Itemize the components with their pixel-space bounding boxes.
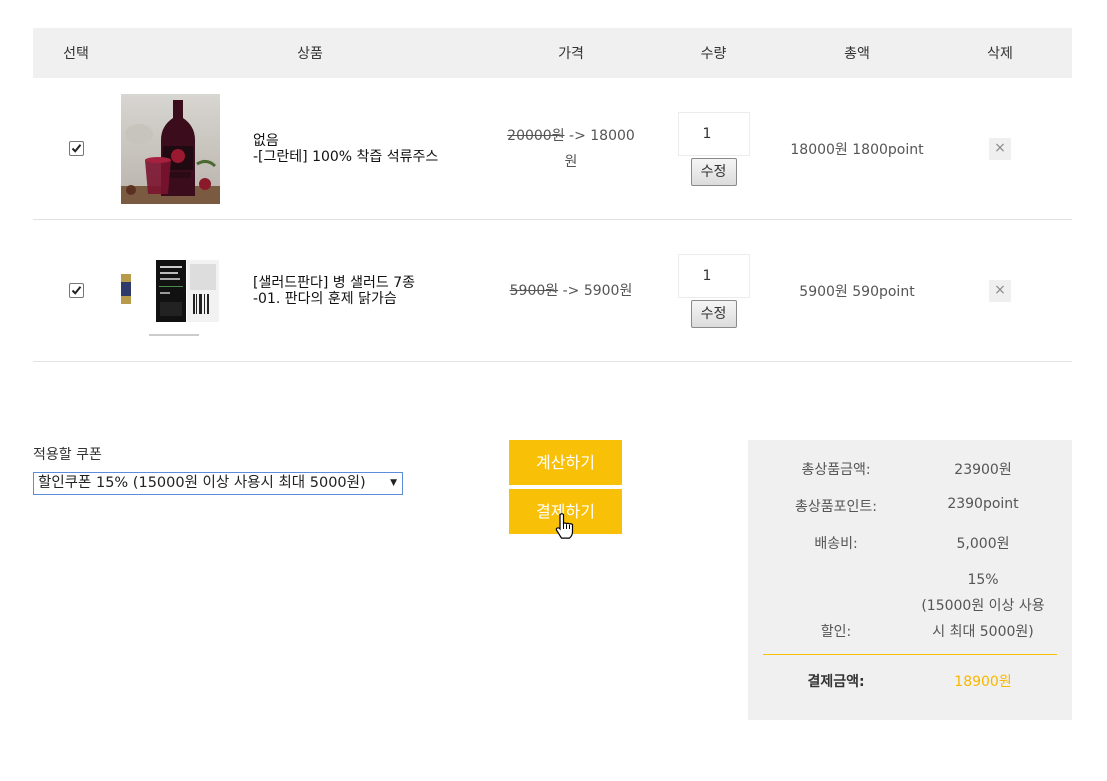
- discount-condition-1: (15000원 이상 사용: [921, 598, 1045, 614]
- item-checkbox[interactable]: [68, 283, 84, 298]
- final-amount-label: 결제금액:: [807, 674, 865, 690]
- order-summary: 총상품금액: 23900원 총상품포인트: 2390point 배송비: 5,0…: [748, 440, 1072, 720]
- header-product: 상품: [119, 28, 501, 78]
- summary-divider: [763, 654, 1057, 655]
- points-value: 2390point: [947, 496, 1019, 512]
- quantity-cell: 1 수정: [641, 78, 786, 220]
- quantity-cell: 1 수정: [641, 219, 786, 362]
- table-row: [샐러드판다] 병 샐러드 7종 -01. 판다의 훈제 닭가슴 5900원 -…: [33, 219, 1072, 362]
- sale-price-unit: 원: [564, 153, 578, 170]
- price-cell: 5900원 -> 5900원: [501, 219, 641, 362]
- header-price: 가격: [501, 28, 641, 78]
- product-image-juice[interactable]: [121, 93, 220, 204]
- modify-quantity-button[interactable]: 수정: [690, 157, 737, 186]
- header-quantity: 수량: [641, 28, 786, 78]
- discount-condition-2: 시 최대 5000원): [932, 624, 1034, 640]
- original-price: 5900원: [509, 282, 559, 299]
- table-row: 없음 -[그란테] 100% 착즙 석류주스 20000원 -> 18000 원…: [33, 78, 1072, 220]
- discount-percent: 15%: [967, 572, 999, 588]
- sale-price: -> 5900원: [558, 282, 633, 299]
- coupon-selected-value: 할인쿠폰 15% (15000원 이상 사용시 최대 5000원): [38, 475, 366, 491]
- product-option: 없음: [253, 132, 279, 149]
- hand-cursor-icon: [555, 513, 575, 543]
- total-cell: 5900원 590point: [786, 219, 928, 362]
- delete-cell: ×: [928, 78, 1072, 220]
- product-image-salad[interactable]: [121, 235, 220, 346]
- item-checkbox[interactable]: [68, 141, 84, 156]
- quantity-input[interactable]: 1: [677, 253, 750, 298]
- table-header-row: 선택 상품 가격 수량 총액 삭제: [33, 28, 1072, 78]
- product-name[interactable]: 없음 -[그란테] 100% 착즙 석류주스: [253, 133, 438, 165]
- product-total-value: 23900원: [954, 462, 1012, 478]
- calculate-button[interactable]: 계산하기: [509, 440, 622, 485]
- quantity-input[interactable]: 1: [677, 111, 750, 156]
- points-label: 총상품포인트:: [795, 499, 877, 515]
- coupon-label: 적용할 쿠폰: [33, 447, 102, 463]
- price-cell: 20000원 -> 18000 원: [501, 78, 641, 220]
- discount-label: 할인:: [820, 624, 852, 640]
- product-option: -01. 판다의 훈제 닭가슴: [253, 290, 397, 307]
- header-select: 선택: [33, 28, 119, 78]
- select-cell: [33, 219, 119, 362]
- header-total: 총액: [786, 28, 928, 78]
- header-delete: 삭제: [928, 28, 1072, 78]
- summary-row-discount: 할인: 15% (15000원 이상 사용 시 최대 5000원): [748, 570, 1072, 645]
- shipping-label: 배송비:: [814, 536, 858, 552]
- sale-price: -> 18000: [564, 127, 635, 144]
- product-title: -[그란테] 100% 착즙 석류주스: [253, 148, 439, 165]
- product-title: [샐러드판다] 병 샐러드 7종: [253, 274, 415, 291]
- final-amount-value: 18900원: [954, 674, 1012, 690]
- chevron-down-icon: ▼: [390, 478, 397, 488]
- original-price: 20000원: [507, 127, 565, 144]
- discount-value: 15% (15000원 이상 사용 시 최대 5000원): [908, 567, 1058, 645]
- product-total-label: 총상품금액:: [801, 462, 871, 478]
- delete-item-button[interactable]: ×: [989, 137, 1011, 160]
- product-name[interactable]: [샐러드판다] 병 샐러드 7종 -01. 판다의 훈제 닭가슴: [253, 275, 415, 307]
- delete-item-button[interactable]: ×: [989, 279, 1011, 302]
- total-cell: 18000원 1800point: [786, 78, 928, 220]
- cart-table: 선택 상품 가격 수량 총액 삭제 없음 -[그란테] 100% 착즙 석류주스…: [33, 28, 1072, 362]
- select-cell: [33, 78, 119, 220]
- shipping-value: 5,000원: [956, 536, 1010, 552]
- modify-quantity-button[interactable]: 수정: [690, 299, 737, 328]
- delete-cell: ×: [928, 219, 1072, 362]
- product-cell: [샐러드판다] 병 샐러드 7종 -01. 판다의 훈제 닭가슴: [119, 219, 501, 362]
- coupon-select[interactable]: 할인쿠폰 15% (15000원 이상 사용시 최대 5000원) ▼: [33, 472, 403, 495]
- product-cell: 없음 -[그란테] 100% 착즙 석류주스: [119, 78, 501, 220]
